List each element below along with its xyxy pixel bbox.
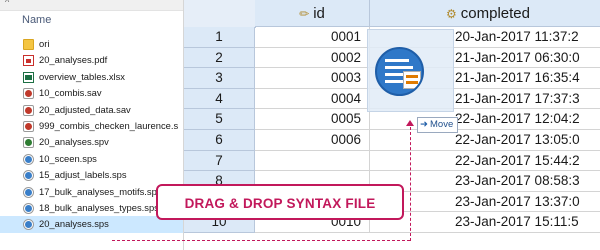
callout-drag-drop-syntax: DRAG & DROP SYNTAX FILE bbox=[156, 184, 404, 220]
cell-completed[interactable]: 22-Jan-2017 12:04:2 bbox=[370, 109, 600, 130]
spss-syntax-file-icon bbox=[23, 153, 34, 165]
drag-move-tooltip: ➜ Move bbox=[417, 117, 459, 133]
spss-output-file-icon bbox=[23, 137, 34, 149]
table-row: 7 22-Jan-2017 15:44:2 bbox=[184, 150, 600, 172]
table-row: 5 0005 22-Jan-2017 12:04:2 bbox=[184, 109, 600, 130]
cell-completed[interactable]: 23-Jan-2017 08:58:3 bbox=[370, 171, 600, 192]
table-row: 6 0006 22-Jan-2017 13:05:0 bbox=[184, 130, 600, 151]
file-name: 17_bulk_analyses_motifs.sps bbox=[39, 185, 162, 197]
file-list-item[interactable]: overview_tables.xlsx bbox=[0, 69, 183, 85]
callout-connector-vertical bbox=[410, 127, 411, 241]
column-header-completed[interactable]: ⚙ completed bbox=[370, 0, 600, 27]
cell-id[interactable]: 0006 bbox=[255, 130, 370, 151]
scale-icon: ⚙ bbox=[446, 7, 457, 21]
cell-completed[interactable]: 23-Jan-2017 15:11:5 bbox=[370, 212, 600, 233]
file-list-item[interactable]: 20_analyses.sps bbox=[0, 216, 183, 233]
pdf-file-icon bbox=[23, 55, 34, 67]
row-number-cell[interactable]: 5 bbox=[184, 109, 255, 130]
spss-syntax-file-icon bbox=[23, 186, 34, 198]
spss-data-file-icon bbox=[23, 104, 34, 116]
name-column-header[interactable]: Name bbox=[22, 14, 51, 26]
spss-syntax-file-icon bbox=[23, 219, 34, 231]
file-name: 18_bulk_analyses_types.sps bbox=[39, 201, 159, 213]
row-number-cell[interactable]: 1 bbox=[184, 27, 255, 48]
row-number-cell[interactable]: 2 bbox=[184, 47, 255, 69]
explorer-top-strip: ^ bbox=[0, 0, 183, 11]
spss-syntax-file-icon bbox=[23, 170, 34, 182]
file-list-item[interactable]: 20_adjusted_data.sav bbox=[0, 102, 183, 118]
cell-id[interactable]: 0003 bbox=[255, 68, 370, 89]
callout-arrowhead bbox=[406, 120, 414, 126]
cell-completed[interactable]: 22-Jan-2017 13:05:0 bbox=[370, 130, 600, 151]
cell-id[interactable]: 0002 bbox=[255, 47, 370, 69]
cell-id[interactable] bbox=[255, 150, 370, 172]
file-list-item[interactable]: 10_combis.sav bbox=[0, 85, 183, 101]
file-list-item[interactable]: 20_analyses.spv bbox=[0, 134, 183, 150]
column-header-label: id bbox=[313, 5, 325, 22]
file-name: 20_analyses.pdf bbox=[39, 54, 108, 66]
file-name: 20_adjusted_data.sav bbox=[39, 103, 131, 115]
spss-data-file-icon bbox=[23, 88, 34, 100]
spss-data-file-icon bbox=[23, 120, 34, 132]
grid-corner-cell[interactable] bbox=[184, 0, 256, 28]
file-list-item[interactable]: 15_adjust_labels.sps bbox=[0, 167, 183, 183]
move-tooltip-label: Move bbox=[430, 119, 454, 130]
file-name: 15_adjust_labels.sps bbox=[39, 169, 127, 181]
excel-file-icon bbox=[23, 71, 34, 83]
ruler-icon: ✏ bbox=[299, 7, 310, 21]
file-name: 20_analyses.spv bbox=[39, 136, 109, 148]
spss-syntax-file-icon bbox=[23, 202, 34, 214]
callout-connector-horizontal bbox=[112, 240, 410, 241]
file-name: 10_combis.sav bbox=[39, 87, 102, 99]
file-list-item[interactable]: 999_combis_checken_laurence.s bbox=[0, 118, 183, 134]
row-number-cell[interactable]: 7 bbox=[184, 150, 255, 172]
column-header-id[interactable]: ✏ id bbox=[255, 0, 370, 27]
cell-completed[interactable]: 23-Jan-2017 13:37:0 bbox=[370, 192, 600, 213]
move-arrow-icon: ➜ bbox=[420, 119, 428, 130]
folder-icon bbox=[23, 39, 34, 50]
file-name: ori bbox=[39, 38, 50, 49]
cell-id[interactable]: 0001 bbox=[255, 27, 370, 48]
file-list-item[interactable]: ori bbox=[0, 36, 183, 52]
file-name: 20_analyses.sps bbox=[39, 218, 109, 230]
file-list-item[interactable]: 10_sceen.sps bbox=[0, 151, 183, 167]
cell-completed[interactable]: 22-Jan-2017 15:44:2 bbox=[370, 151, 600, 172]
spss-syntax-file-icon bbox=[375, 47, 424, 96]
row-number-cell[interactable]: 4 bbox=[184, 88, 255, 110]
file-name: 10_sceen.sps bbox=[39, 152, 97, 164]
cell-id[interactable]: 0004 bbox=[255, 88, 370, 110]
row-number-cell[interactable]: 3 bbox=[184, 68, 255, 89]
file-name: overview_tables.xlsx bbox=[39, 70, 125, 82]
column-header-label: completed bbox=[460, 5, 530, 22]
collapse-chevron-icon[interactable]: ^ bbox=[5, 0, 9, 7]
cell-id[interactable]: 0005 bbox=[255, 109, 370, 130]
file-list-item[interactable]: 20_analyses.pdf bbox=[0, 52, 183, 68]
file-name: 999_combis_checken_laurence.s bbox=[39, 119, 179, 131]
row-number-cell[interactable]: 6 bbox=[184, 130, 255, 151]
